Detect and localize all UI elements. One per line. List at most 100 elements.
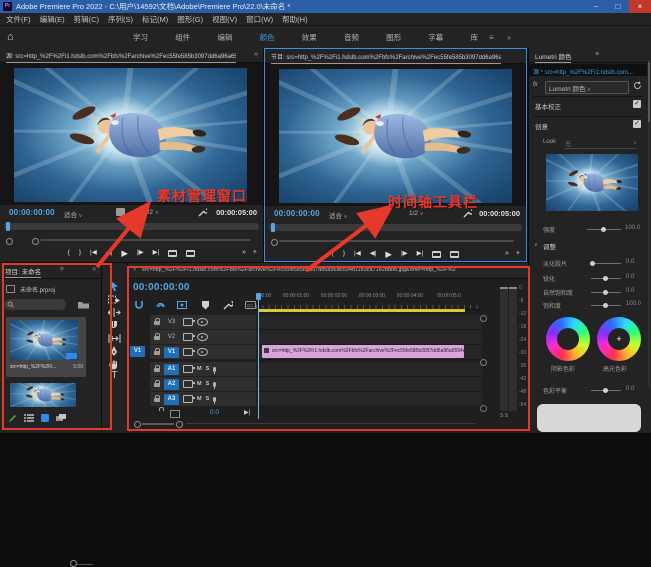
track-output-eye-icon[interactable]	[197, 333, 208, 341]
selection-tool[interactable]	[108, 281, 121, 292]
project-tab[interactable]: 项目: 未命名	[5, 266, 41, 278]
mark-in-button[interactable]: {	[68, 246, 70, 260]
lumetri-tab[interactable]: Lumetri 颜色	[535, 51, 571, 63]
program-play-button[interactable]: ▶	[385, 247, 392, 261]
timeline-ruler[interactable]: 00:00 00:00:01:00 00:00:02:00 00:00:03:0…	[256, 293, 480, 310]
new-bin-folder-icon[interactable]	[78, 301, 89, 309]
project-search-input[interactable]	[4, 299, 66, 310]
lock-icon[interactable]	[154, 336, 160, 340]
source-monitor-viewer[interactable]	[0, 63, 263, 205]
freeform-view-icon[interactable]	[56, 414, 67, 422]
close-button[interactable]: ×	[629, 0, 651, 13]
master-level-value[interactable]: 0.0	[210, 409, 219, 416]
program-monitor-viewer[interactable]	[265, 64, 526, 206]
program-playhead[interactable]	[271, 223, 275, 232]
timeline-playhead[interactable]	[258, 293, 259, 419]
lift-button[interactable]	[432, 251, 441, 258]
source-resolution-dropdown[interactable]: 1/2	[144, 209, 159, 216]
track-name[interactable]: A3	[164, 394, 179, 405]
maximize-button[interactable]: □	[607, 0, 629, 13]
source-wrench-icon[interactable]	[198, 208, 207, 217]
tab-color[interactable]: 颜色	[260, 32, 275, 43]
menu-clip[interactable]: 剪辑(C)	[74, 14, 99, 25]
track-patch-icon[interactable]	[183, 395, 193, 403]
solo-button[interactable]: S	[206, 366, 210, 372]
list-view-icon[interactable]	[24, 414, 34, 422]
source-patch-v1[interactable]: V1	[130, 346, 145, 357]
icon-view-icon[interactable]	[41, 414, 49, 422]
tab-effects[interactable]: 效果	[302, 32, 317, 43]
slip-tool[interactable]	[108, 333, 121, 344]
meter-solo-buttons[interactable]: S S	[500, 413, 508, 419]
project-overflow-icon[interactable]: »	[92, 266, 96, 273]
mark-out-button[interactable]: }	[79, 246, 81, 260]
menu-graphics[interactable]: 图形(G)	[177, 14, 203, 25]
basic-correction-section[interactable]: 基本校正 ✓	[529, 100, 651, 112]
tab-assembly[interactable]: 组件	[175, 32, 190, 43]
track-v3-header[interactable]: V3	[150, 315, 256, 329]
step-back-button[interactable]: ◀|	[106, 246, 113, 260]
pen-tool[interactable]	[108, 346, 121, 357]
program-go-to-in-button[interactable]: |◀	[354, 247, 361, 261]
lock-icon[interactable]	[154, 351, 160, 355]
lumetri-menu-icon[interactable]: ≡	[595, 51, 599, 58]
program-step-forward-button[interactable]: |▶	[401, 247, 408, 261]
go-to-end-icon[interactable]: ▶|	[244, 409, 250, 416]
step-forward-button[interactable]: |▶	[137, 246, 144, 260]
track-patch-icon[interactable]	[183, 348, 193, 356]
lock-icon[interactable]	[154, 383, 160, 387]
captions-icon[interactable]: CC	[245, 301, 256, 309]
timeline-timecode[interactable]: 00:00:00:00	[133, 282, 190, 293]
source-zoom-scrollbar[interactable]	[4, 237, 259, 243]
creative-section[interactable]: 创意 ✓	[529, 120, 651, 132]
menu-window[interactable]: 窗口(W)	[246, 14, 273, 25]
button-editor-icon[interactable]: »	[242, 246, 246, 260]
mute-button[interactable]: M	[197, 366, 202, 372]
track-a1-header[interactable]: A1MS	[150, 362, 256, 376]
track-name[interactable]: V2	[164, 334, 179, 340]
creative-checkbox[interactable]: ✓	[633, 120, 641, 128]
track-v2-lane[interactable]	[258, 330, 482, 345]
program-zoom-scrollbar[interactable]	[269, 238, 522, 244]
intensity-slider[interactable]	[587, 229, 621, 230]
source-scrubber[interactable]	[4, 223, 259, 230]
thumbnail-zoom-slider[interactable]	[77, 564, 93, 565]
program-monitor-tab[interactable]: 节目: src=http_%2F%2Fi1.hdslb.com%2Fbfs%2F…	[271, 52, 501, 64]
source-tab-overflow-icon[interactable]: »	[254, 51, 258, 58]
track-v2-header[interactable]: V2	[150, 330, 256, 344]
program-go-to-out-button[interactable]: ▶|	[417, 247, 424, 261]
program-button-editor-icon[interactable]: »	[505, 247, 509, 261]
overwrite-button[interactable]	[186, 250, 195, 257]
add-marker-icon[interactable]	[201, 300, 210, 310]
menu-view[interactable]: 视图(V)	[212, 14, 237, 25]
faded-film-slider[interactable]	[591, 263, 621, 264]
ripple-edit-tool[interactable]	[108, 307, 121, 318]
program-step-back-button[interactable]: ◀|	[370, 247, 377, 261]
source-playhead[interactable]	[6, 222, 10, 231]
workspace-menu-icon[interactable]: ≡	[489, 33, 494, 42]
track-v1-header[interactable]: V1	[150, 345, 256, 359]
lumetri-scrollbar[interactable]	[648, 60, 650, 388]
go-to-out-button[interactable]: ▶|	[153, 246, 160, 260]
project-clip-thumbnail-2[interactable]	[10, 383, 76, 407]
insert-button[interactable]	[168, 250, 177, 257]
source-monitor-tab[interactable]: 源: src=http_%2F%2Fi1.hdslb.com%2Fbfs%2Fa…	[6, 51, 236, 63]
track-name[interactable]: A2	[164, 379, 179, 390]
solo-button[interactable]: S	[206, 396, 210, 402]
program-mark-out-button[interactable]: }	[343, 247, 345, 261]
timeline-close-icon[interactable]: ×	[133, 267, 137, 273]
track-a2-lane[interactable]	[258, 377, 482, 392]
mute-button[interactable]: M	[197, 381, 202, 387]
menu-sequence[interactable]: 序列(S)	[108, 14, 133, 25]
program-mark-in-button[interactable]: {	[332, 247, 334, 261]
track-patch-icon[interactable]	[183, 365, 193, 373]
program-current-timecode[interactable]: 00:00:00:00	[274, 209, 320, 218]
program-add-button-icon[interactable]: +	[516, 247, 520, 261]
lock-icon[interactable]	[154, 398, 160, 402]
lock-icon[interactable]	[154, 321, 160, 325]
tab-learning[interactable]: 学习	[133, 32, 148, 43]
source-current-timecode[interactable]: 00:00:00:00	[9, 208, 55, 217]
track-output-eye-icon[interactable]	[197, 348, 208, 356]
voiceover-mic-icon[interactable]	[213, 367, 216, 372]
edit-pencil-icon[interactable]	[8, 413, 18, 423]
